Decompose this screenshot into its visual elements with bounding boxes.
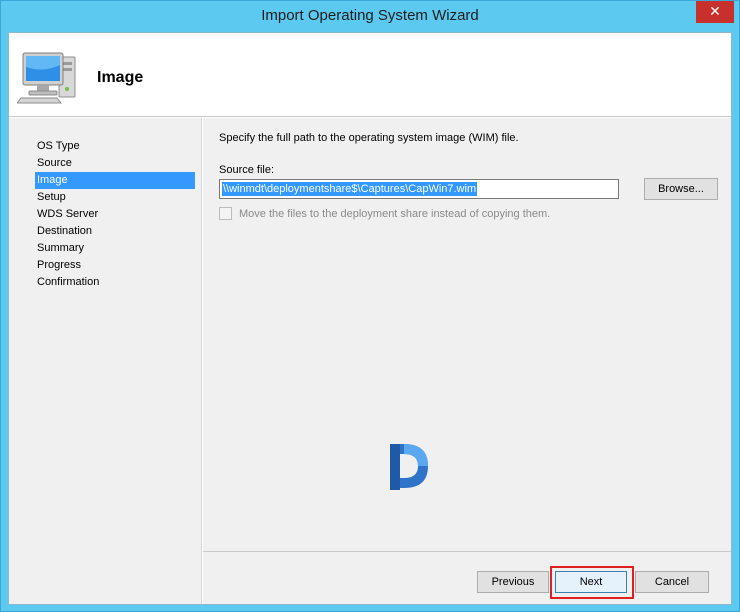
wizard-client-area: Image OS Type Source Image Setup WDS Ser… [8, 32, 732, 605]
wizard-window: Import Operating System Wizard ✕ Image O… [0, 0, 740, 612]
step-source: Source [37, 157, 72, 169]
step-image: Image [35, 172, 195, 189]
cancel-button[interactable]: Cancel [635, 571, 709, 593]
step-setup: Setup [37, 191, 66, 203]
browse-button[interactable]: Browse... [644, 178, 718, 200]
previous-button[interactable]: Previous [477, 571, 549, 593]
step-confirmation: Confirmation [37, 276, 100, 288]
move-files-checkbox[interactable] [219, 207, 232, 220]
title-bar[interactable]: Import Operating System Wizard ✕ [1, 1, 739, 32]
step-wds-server: WDS Server [37, 208, 99, 220]
computer-icon [17, 52, 76, 104]
source-file-label: Source file: [219, 164, 275, 176]
wizard-footer: Previous Next Cancel [203, 551, 731, 604]
step-summary: Summary [37, 242, 85, 254]
wizard-header: Image [9, 33, 731, 117]
wizard-step-list: OS Type Source Image Setup WDS Server De… [9, 118, 202, 604]
step-os-type: OS Type [37, 140, 80, 152]
watermark-logo-icon [390, 444, 428, 490]
image-page-content: Specify the full path to the operating s… [203, 118, 731, 551]
window-title: Import Operating System Wizard [261, 7, 479, 24]
instruction-text: Specify the full path to the operating s… [219, 132, 519, 144]
move-files-option: Move the files to the deployment share i… [219, 207, 550, 220]
step-progress: Progress [37, 259, 82, 271]
source-file-value: \\winmdt\deploymentshare$\Captures\CapWi… [222, 182, 478, 196]
close-button[interactable]: ✕ [696, 1, 734, 23]
page-title: Image [97, 69, 144, 86]
step-destination: Destination [37, 225, 93, 237]
next-button[interactable]: Next [555, 571, 627, 593]
close-icon: ✕ [709, 4, 721, 20]
move-files-label: Move the files to the deployment share i… [239, 207, 551, 220]
source-file-input[interactable]: \\winmdt\deploymentshare$\Captures\CapWi… [219, 179, 619, 199]
